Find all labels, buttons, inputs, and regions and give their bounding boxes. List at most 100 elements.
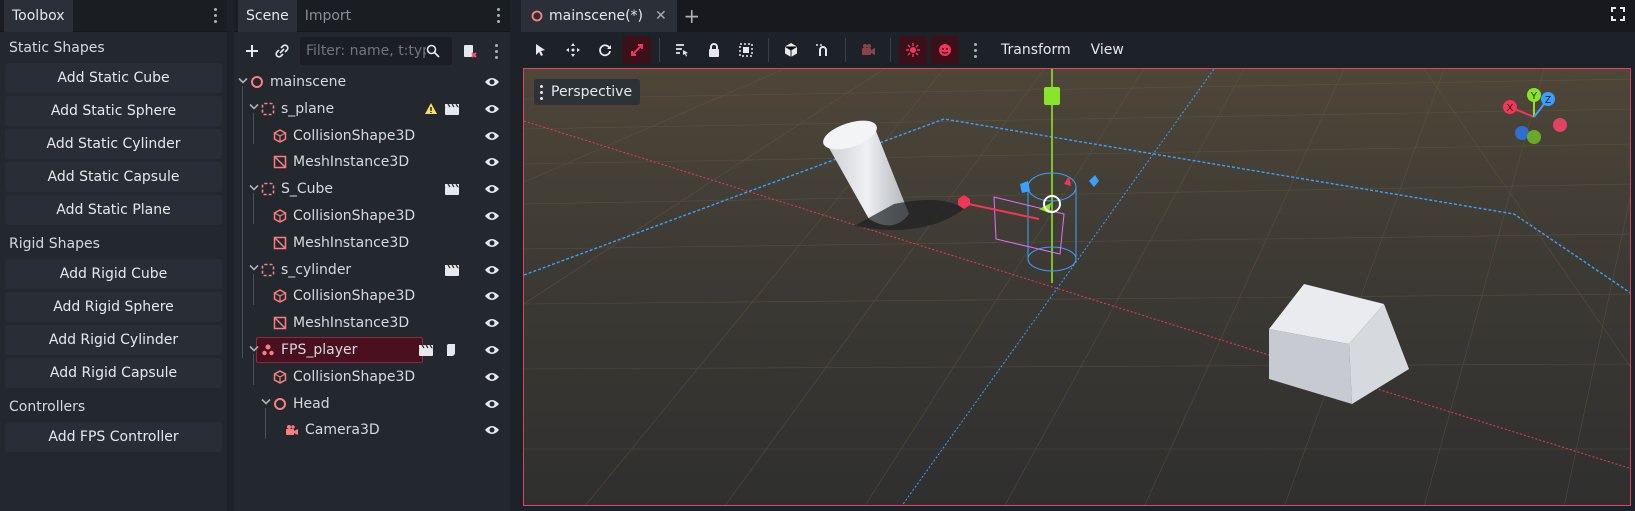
local-space-icon[interactable] bbox=[777, 36, 805, 64]
warning-icon[interactable] bbox=[424, 102, 440, 116]
tree-item-label: Head bbox=[293, 395, 330, 412]
tree-item-label: CollisionShape3D bbox=[293, 127, 416, 144]
open-scene-icon[interactable] bbox=[444, 102, 460, 116]
close-icon[interactable]: ✕ bbox=[655, 8, 667, 24]
visibility-eye-icon[interactable] bbox=[484, 424, 500, 436]
scene-options-icon[interactable] bbox=[488, 41, 504, 61]
visibility-eye-icon[interactable] bbox=[484, 130, 500, 142]
tab-mainscene[interactable]: mainscene(*) ✕ bbox=[521, 0, 677, 32]
tree-item-label: s_plane bbox=[281, 100, 335, 117]
visibility-eye-icon[interactable] bbox=[484, 76, 500, 88]
new-tab-icon[interactable]: + bbox=[677, 4, 707, 28]
visibility-eye-icon[interactable] bbox=[484, 103, 500, 115]
camera-preview-icon[interactable] bbox=[854, 36, 882, 64]
add-static-sphere-button[interactable]: Add Static Sphere bbox=[5, 96, 222, 126]
tree-item-collisionshape3d[interactable]: CollisionShape3D bbox=[234, 202, 510, 230]
perspective-button[interactable]: Perspective bbox=[534, 79, 641, 105]
scale-mode-icon[interactable] bbox=[623, 36, 651, 64]
section-title: Rigid Shapes bbox=[9, 236, 100, 252]
preview-options-icon[interactable] bbox=[967, 40, 983, 60]
tree-item-label: s_cylinder bbox=[281, 261, 352, 278]
toolbox-menu-icon[interactable] bbox=[207, 6, 223, 26]
tab-scene[interactable]: Scene bbox=[238, 0, 297, 32]
add-static-cylinder-button[interactable]: Add Static Cylinder bbox=[5, 129, 222, 159]
visibility-eye-icon[interactable] bbox=[484, 344, 500, 356]
add-rigid-cylinder-button[interactable]: Add Rigid Cylinder bbox=[5, 325, 222, 355]
visibility-eye-icon[interactable] bbox=[484, 210, 500, 222]
node3d-icon bbox=[531, 10, 543, 22]
lock-icon[interactable] bbox=[700, 36, 728, 64]
script-icon[interactable] bbox=[444, 343, 460, 357]
fullscreen-icon[interactable] bbox=[1611, 7, 1625, 25]
mesh-instance-icon bbox=[273, 236, 287, 250]
tree-item-meshinstance3d[interactable]: MeshInstance3D bbox=[234, 229, 510, 257]
tree-item-collisionshape3d[interactable]: CollisionShape3D bbox=[234, 122, 510, 150]
filter-script-icon[interactable] bbox=[458, 39, 482, 63]
collision-shape-icon bbox=[273, 289, 287, 304]
scene-dock: Scene Import mainscene s_plane CollisionSh… bbox=[234, 0, 510, 511]
node3d-icon bbox=[250, 75, 264, 89]
chevron-down-icon[interactable] bbox=[249, 264, 259, 275]
tree-item-label: S_Cube bbox=[281, 181, 334, 198]
move-mode-icon[interactable] bbox=[559, 36, 587, 64]
add-fps-controller-button[interactable]: Add FPS Controller bbox=[5, 422, 222, 452]
viewport-scene: X Y Z bbox=[524, 69, 1630, 505]
tree-item-fps_player[interactable]: FPS_player bbox=[234, 336, 510, 364]
tree-item-s_cylinder[interactable]: s_cylinder bbox=[234, 256, 510, 284]
visibility-eye-icon[interactable] bbox=[484, 290, 500, 302]
tab-toolbox[interactable]: Toolbox bbox=[4, 0, 73, 32]
filter-field[interactable] bbox=[300, 37, 452, 65]
view-menu[interactable]: View bbox=[1083, 42, 1132, 58]
tree-item-label: MeshInstance3D bbox=[293, 234, 410, 251]
sun-preview-icon[interactable] bbox=[899, 36, 927, 64]
tree-item-meshinstance3d[interactable]: MeshInstance3D bbox=[234, 309, 510, 337]
chevron-down-icon[interactable] bbox=[261, 398, 271, 409]
toolbox-body: Static Shapes Add Static Cube Add Static S… bbox=[0, 32, 227, 452]
chevron-down-icon[interactable] bbox=[249, 184, 259, 195]
tree-item-camera3d[interactable]: Camera3D bbox=[234, 416, 510, 444]
link-icon[interactable] bbox=[270, 39, 294, 63]
tree-item-s_cube[interactable]: S_Cube bbox=[234, 175, 510, 203]
tree-item-collisionshape3d[interactable]: CollisionShape3D bbox=[234, 282, 510, 310]
chevron-down-icon[interactable] bbox=[238, 77, 248, 88]
chevron-down-icon[interactable] bbox=[249, 103, 259, 114]
chevron-down-icon[interactable] bbox=[249, 345, 259, 356]
3d-viewport[interactable]: X Y Z Perspective bbox=[523, 68, 1631, 506]
tree-item-label: mainscene bbox=[270, 74, 347, 90]
tree-item-head[interactable]: Head bbox=[234, 390, 510, 418]
environment-preview-icon[interactable] bbox=[931, 36, 959, 64]
visibility-eye-icon[interactable] bbox=[484, 317, 500, 329]
snap-icon[interactable] bbox=[809, 36, 837, 64]
tree-item-mainscene[interactable]: mainscene bbox=[234, 68, 510, 96]
toolbox-header: Toolbox bbox=[0, 0, 227, 32]
visibility-eye-icon[interactable] bbox=[484, 156, 500, 168]
character-body-icon bbox=[261, 343, 275, 357]
visibility-eye-icon[interactable] bbox=[484, 264, 500, 276]
open-scene-icon[interactable] bbox=[418, 343, 434, 357]
open-scene-icon[interactable] bbox=[444, 263, 460, 277]
add-static-capsule-button[interactable]: Add Static Capsule bbox=[5, 162, 222, 192]
tree-item-collisionshape3d[interactable]: CollisionShape3D bbox=[234, 363, 510, 391]
add-rigid-cube-button[interactable]: Add Rigid Cube bbox=[5, 259, 222, 289]
perspective-label: Perspective bbox=[551, 84, 633, 100]
filter-input[interactable] bbox=[306, 43, 426, 59]
tree-item-meshinstance3d[interactable]: MeshInstance3D bbox=[234, 148, 510, 176]
visibility-eye-icon[interactable] bbox=[484, 371, 500, 383]
visibility-eye-icon[interactable] bbox=[484, 237, 500, 249]
list-select-icon[interactable] bbox=[668, 36, 696, 64]
add-static-cube-button[interactable]: Add Static Cube bbox=[5, 63, 222, 93]
rotate-mode-icon[interactable] bbox=[591, 36, 619, 64]
scene-dock-menu-icon[interactable] bbox=[490, 6, 506, 26]
add-node-icon[interactable] bbox=[240, 39, 264, 63]
add-static-plane-button[interactable]: Add Static Plane bbox=[5, 195, 222, 225]
group-icon[interactable] bbox=[732, 36, 760, 64]
select-mode-icon[interactable] bbox=[527, 36, 555, 64]
transform-menu[interactable]: Transform bbox=[993, 42, 1079, 58]
tab-import[interactable]: Import bbox=[297, 0, 359, 32]
open-scene-icon[interactable] bbox=[444, 182, 460, 196]
add-rigid-capsule-button[interactable]: Add Rigid Capsule bbox=[5, 358, 222, 388]
add-rigid-sphere-button[interactable]: Add Rigid Sphere bbox=[5, 292, 222, 322]
visibility-eye-icon[interactable] bbox=[484, 398, 500, 410]
visibility-eye-icon[interactable] bbox=[484, 183, 500, 195]
tree-item-s_plane[interactable]: s_plane bbox=[234, 95, 510, 123]
